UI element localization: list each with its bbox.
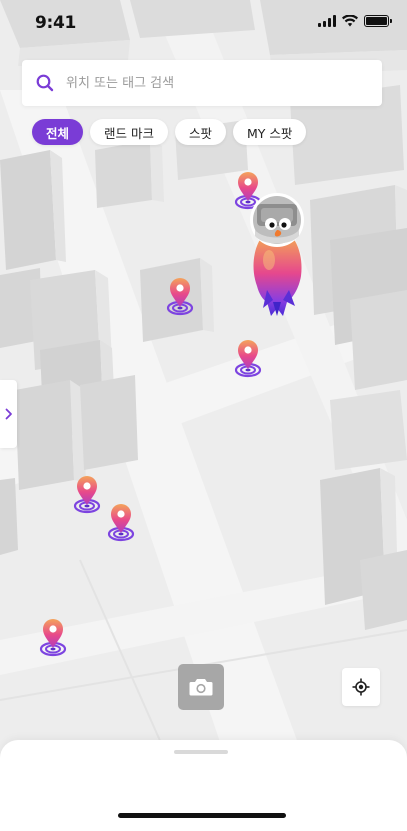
status-bar: 9:41 <box>0 0 407 44</box>
map-pin-icon[interactable] <box>166 276 194 316</box>
wifi-icon <box>342 15 358 27</box>
filter-chip-my-spot[interactable]: MY 스팟 <box>233 119 307 145</box>
filter-chip-landmark[interactable]: 랜드 마크 <box>90 119 168 145</box>
search-bar[interactable] <box>22 60 382 106</box>
camera-button[interactable] <box>178 664 224 710</box>
home-indicator <box>118 813 286 818</box>
filter-chips: 전체 랜드 마크 스팟 MY 스팟 <box>32 119 307 145</box>
chevron-right-icon <box>5 408 12 420</box>
battery-icon <box>364 15 392 27</box>
search-input[interactable] <box>66 75 346 91</box>
sheet-drag-handle[interactable] <box>174 750 228 754</box>
status-time: 9:41 <box>35 13 77 33</box>
status-icons <box>318 15 392 27</box>
camera-icon <box>189 679 213 696</box>
side-panel-toggle[interactable] <box>0 380 17 448</box>
map-pin-icon[interactable] <box>73 474 101 514</box>
filter-chip-spot[interactable]: 스팟 <box>175 119 227 145</box>
locate-button[interactable] <box>342 668 380 706</box>
map-pin-icon[interactable] <box>234 338 262 378</box>
map-pin-icon[interactable] <box>39 617 67 657</box>
locate-icon <box>352 678 370 696</box>
bottom-sheet[interactable] <box>0 740 407 831</box>
filter-chip-all[interactable]: 전체 <box>32 119 84 145</box>
map-pin-icon[interactable] <box>107 502 135 542</box>
cellular-signal-icon <box>318 15 336 27</box>
search-icon <box>36 74 54 92</box>
character-avatar[interactable] <box>247 190 307 322</box>
